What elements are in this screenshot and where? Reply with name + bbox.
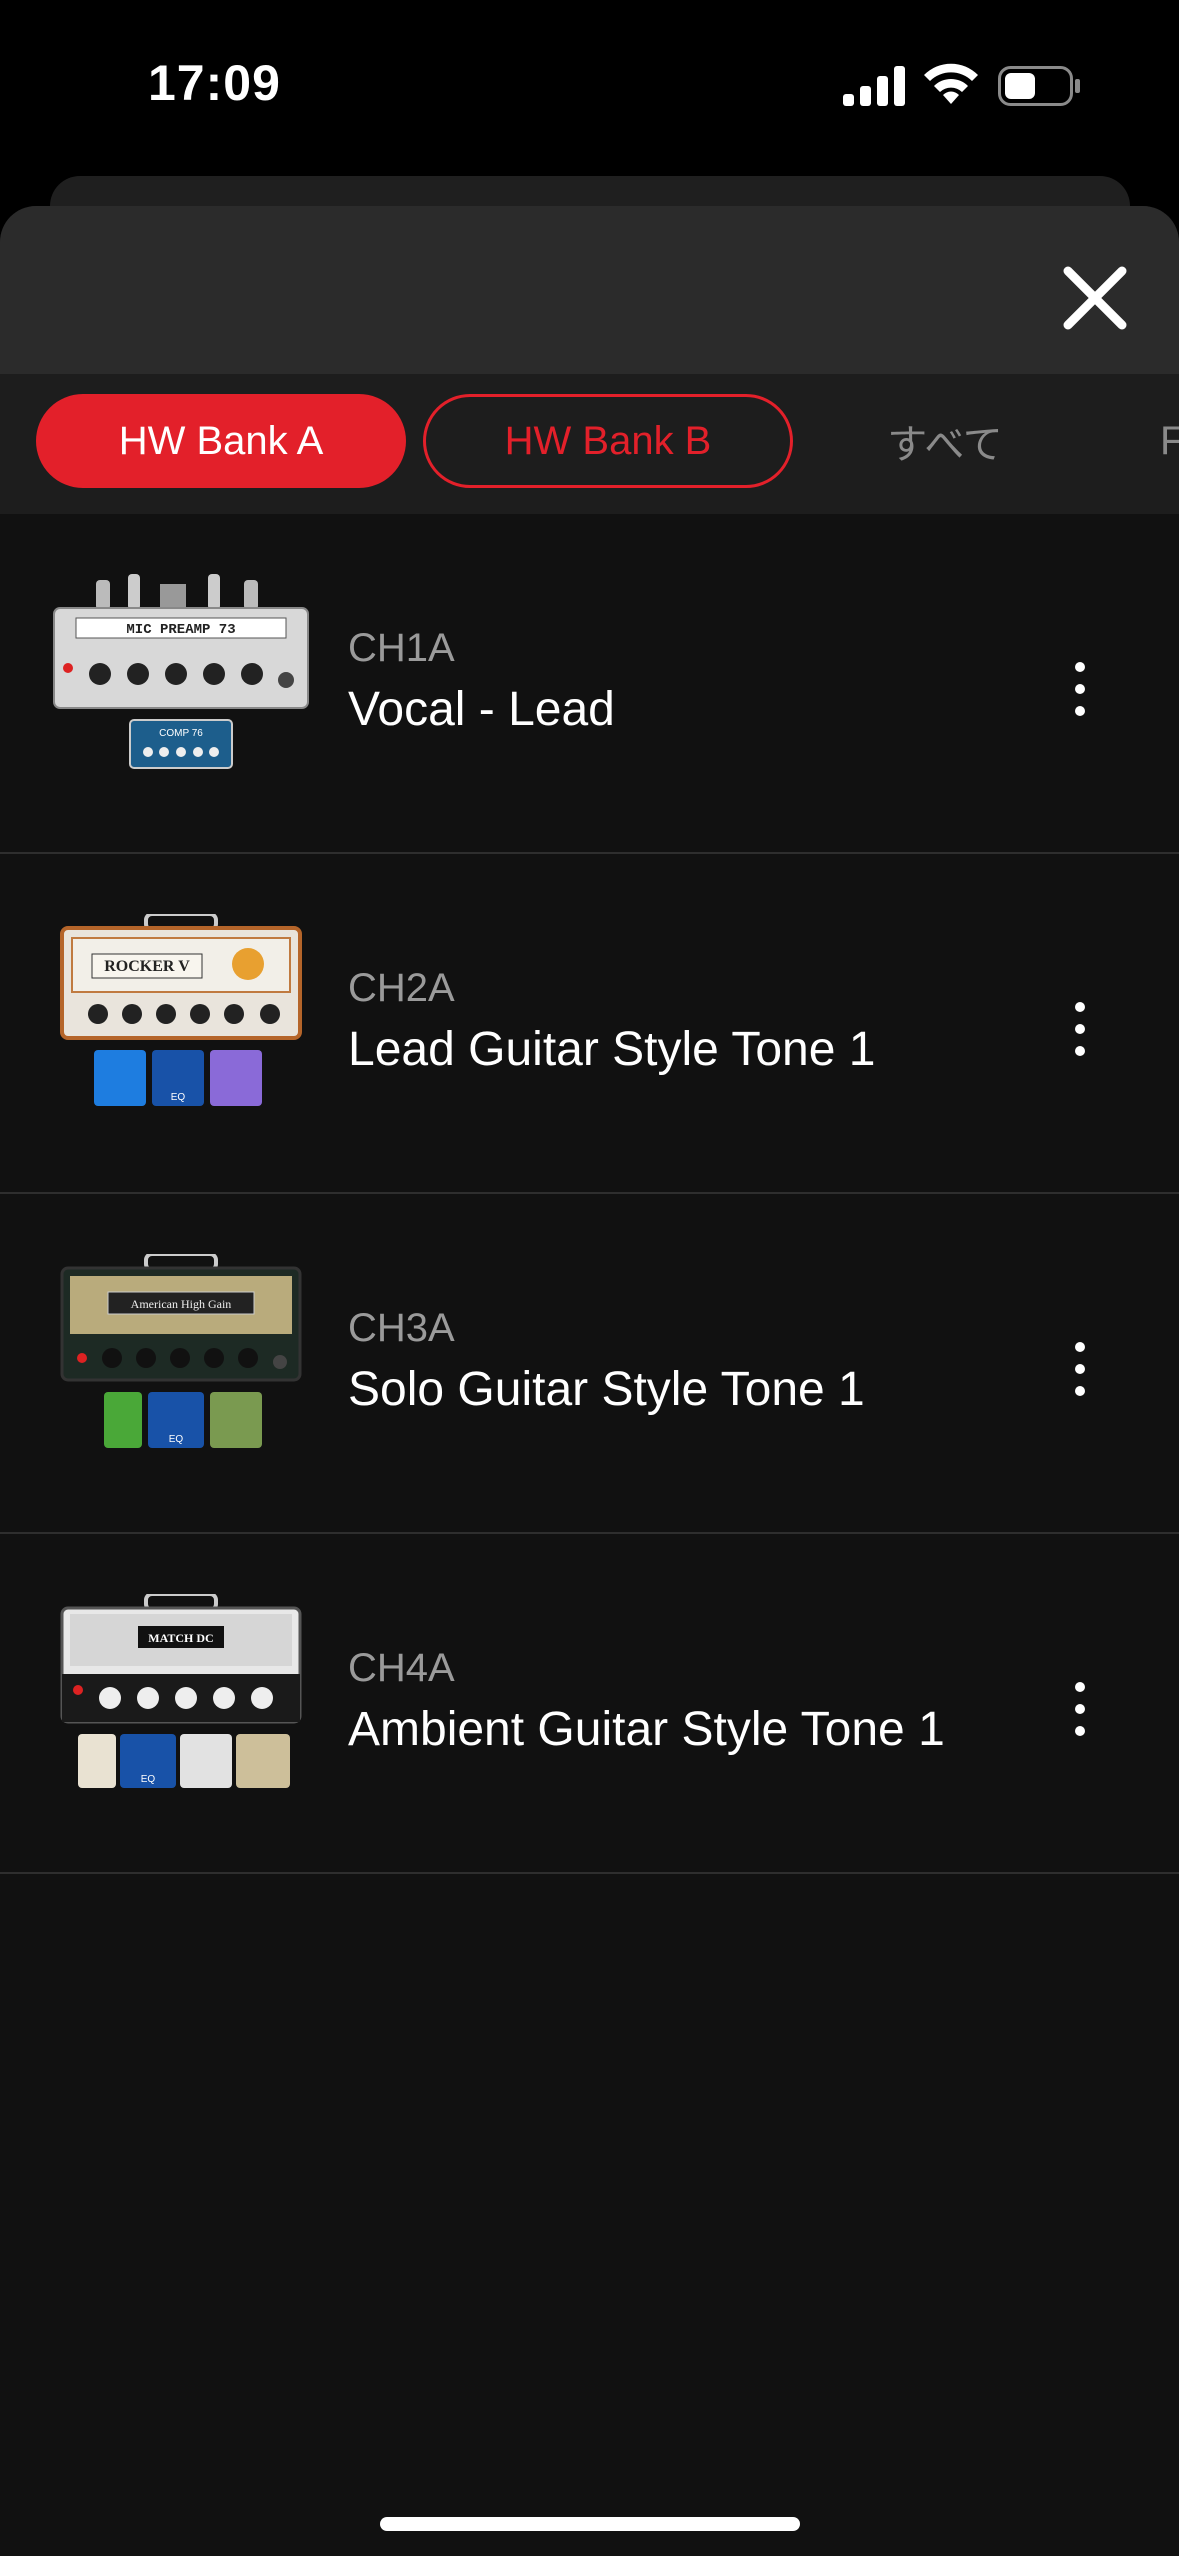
status-bar: 17:09 bbox=[0, 0, 1179, 175]
amp-label: MIC PREAMP 73 bbox=[126, 622, 235, 638]
preset-channel: CH1A bbox=[348, 626, 455, 670]
preset-channel: CH2A bbox=[348, 966, 455, 1010]
more-options-button[interactable] bbox=[1060, 1334, 1100, 1404]
sheet-header bbox=[0, 206, 1179, 374]
bank-tab-bar: HW Bank A HW Bank B すべて F bbox=[0, 374, 1179, 514]
more-vertical-icon bbox=[1060, 1002, 1100, 1056]
amp-rig-thumbnail: ROCKER V EQ bbox=[60, 914, 302, 1106]
tab-hw-bank-a[interactable]: HW Bank A bbox=[36, 394, 406, 488]
amp-label: ROCKER V bbox=[104, 958, 190, 975]
more-vertical-icon bbox=[1060, 662, 1100, 716]
status-time: 17:09 bbox=[148, 55, 281, 111]
preset-row-ch3a[interactable]: American High Gain EQ CH3A Solo Guitar S… bbox=[0, 1194, 1179, 1534]
amp-label: American High Gain bbox=[131, 1297, 232, 1311]
pedal-label: EQ bbox=[141, 1774, 156, 1785]
tab-all[interactable]: すべて bbox=[820, 394, 1070, 488]
preset-name: Ambient Guitar Style Tone 1 bbox=[348, 1703, 945, 1756]
preset-row-ch4a[interactable]: MATCH DC EQ CH4A Ambient Guitar Style To… bbox=[0, 1534, 1179, 1874]
close-icon bbox=[1063, 266, 1127, 330]
home-indicator[interactable] bbox=[380, 2517, 800, 2531]
pedal-label: COMP 76 bbox=[159, 728, 203, 739]
preset-channel: CH4A bbox=[348, 1646, 455, 1690]
amp-rig-thumbnail: MIC PREAMP 73 COMP 76 bbox=[53, 574, 309, 769]
preset-row-ch1a[interactable]: MIC PREAMP 73 COMP 76 CH1A Vocal - Lead bbox=[0, 514, 1179, 854]
pedal-label: EQ bbox=[171, 1092, 186, 1103]
pedal-label: EQ bbox=[169, 1434, 184, 1445]
close-button[interactable] bbox=[1058, 261, 1132, 335]
tab-partial[interactable]: F bbox=[1160, 394, 1179, 488]
preset-name: Solo Guitar Style Tone 1 bbox=[348, 1363, 865, 1416]
more-options-button[interactable] bbox=[1060, 1674, 1100, 1744]
preset-name: Lead Guitar Style Tone 1 bbox=[348, 1023, 876, 1076]
cellular-signal-icon bbox=[843, 66, 905, 106]
preset-name: Vocal - Lead bbox=[348, 683, 615, 736]
battery-icon bbox=[998, 66, 1080, 106]
more-vertical-icon bbox=[1060, 1682, 1100, 1736]
wifi-icon bbox=[924, 63, 978, 104]
more-vertical-icon bbox=[1060, 1342, 1100, 1396]
preset-list: MIC PREAMP 73 COMP 76 CH1A Vocal - Lead bbox=[0, 514, 1179, 1874]
preset-row-ch2a[interactable]: ROCKER V EQ CH2A Lead Guitar Style Tone … bbox=[0, 854, 1179, 1194]
more-options-button[interactable] bbox=[1060, 654, 1100, 724]
preset-channel: CH3A bbox=[348, 1306, 455, 1350]
tab-hw-bank-b[interactable]: HW Bank B bbox=[423, 394, 793, 488]
more-options-button[interactable] bbox=[1060, 994, 1100, 1064]
preset-sheet: HW Bank A HW Bank B すべて F MIC PREAMP 73 bbox=[0, 206, 1179, 2556]
amp-rig-thumbnail: MATCH DC EQ bbox=[60, 1594, 302, 1788]
amp-rig-thumbnail: American High Gain EQ bbox=[60, 1254, 302, 1448]
amp-label: MATCH DC bbox=[148, 1631, 213, 1645]
